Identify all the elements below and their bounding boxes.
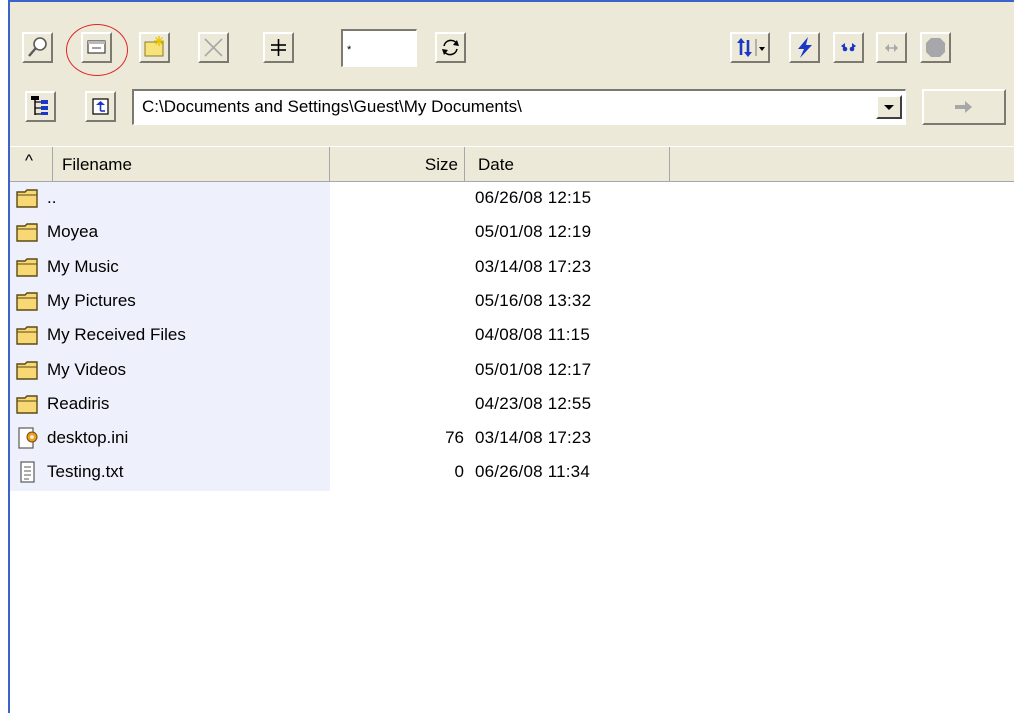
file-date: 06/26/08 12:15 — [475, 188, 592, 207]
file-row[interactable]: My Music 03/14/08 17:23 — [10, 251, 1014, 285]
file-name: My Videos — [47, 359, 127, 379]
toolbar: C:\Documents and Settings\Guest\My Docum… — [10, 2, 1014, 146]
compare-button[interactable] — [876, 32, 907, 63]
stop-octagon-icon — [926, 38, 945, 57]
go-button[interactable] — [922, 89, 1006, 125]
split-button[interactable] — [263, 32, 294, 63]
folder-icon — [16, 395, 38, 414]
window-view-icon — [87, 40, 106, 54]
delete-x-icon — [204, 38, 223, 57]
column-label-filename: Filename — [62, 155, 132, 174]
refresh-button[interactable] — [435, 32, 466, 63]
column-label-size: Size — [424, 155, 458, 174]
file-date: 05/01/08 12:17 — [475, 359, 592, 379]
connect-button[interactable] — [789, 32, 820, 63]
column-header-filename[interactable]: Filename — [53, 147, 330, 182]
file-row[interactable]: Moyea 05/01/08 12:19 — [10, 216, 1014, 250]
column-label-date: Date — [478, 155, 514, 174]
folder-tree-icon — [31, 96, 48, 115]
up-folder-button[interactable] — [85, 91, 116, 122]
file-date: 04/08/08 11:15 — [475, 325, 590, 345]
sync-dots-icon — [841, 43, 856, 52]
file-size: 76 — [445, 428, 464, 448]
column-header-size[interactable]: Size — [330, 147, 465, 182]
text-file-icon — [20, 461, 35, 483]
sort-button[interactable] — [730, 32, 770, 63]
file-row[interactable]: My Received Files 04/08/08 11:15 — [10, 319, 1014, 353]
path-dropdown-button[interactable] — [876, 95, 902, 119]
filter-input[interactable] — [341, 29, 417, 67]
file-row[interactable]: My Pictures 05/16/08 13:32 — [10, 285, 1014, 319]
tree-view-button[interactable] — [25, 91, 56, 122]
delete-button[interactable] — [198, 32, 229, 63]
lightning-icon — [798, 37, 812, 58]
path-text: C:\Documents and Settings\Guest\My Docum… — [142, 97, 522, 116]
folder-icon — [16, 189, 38, 208]
new-folder-sparkle-icon — [144, 36, 164, 57]
folder-icon — [16, 360, 38, 380]
file-name: Readiris — [47, 393, 110, 413]
view-button[interactable] — [81, 32, 112, 63]
file-name: Moyea — [47, 222, 99, 242]
arrow-right-icon — [955, 101, 972, 113]
split-bars-icon — [271, 39, 286, 56]
settings-file-icon — [18, 427, 38, 449]
column-header-empty — [670, 147, 1014, 182]
file-row[interactable]: Readiris 04/23/08 12:55 — [10, 388, 1014, 422]
folder-icon — [16, 292, 38, 311]
folder-icon — [16, 223, 38, 242]
column-header-date[interactable]: Date — [465, 147, 670, 182]
file-size: 0 — [454, 462, 464, 482]
file-date: 05/16/08 13:32 — [475, 290, 592, 310]
file-browser-window: C:\Documents and Settings\Guest\My Docum… — [8, 0, 1014, 715]
folder-icon — [16, 326, 38, 345]
sync-button[interactable] — [833, 32, 864, 63]
sort-arrows-icon — [737, 38, 765, 57]
file-date: 06/26/08 11:34 — [475, 462, 590, 482]
file-name: desktop.ini — [47, 428, 129, 448]
file-date: 04/23/08 12:55 — [475, 393, 592, 413]
path-combobox[interactable]: C:\Documents and Settings\Guest\My Docum… — [132, 89, 906, 125]
file-date: 03/14/08 17:23 — [475, 256, 592, 276]
file-list[interactable]: ^ Filename Size Date .. 06/26/08 12:15 Moy… — [10, 146, 1014, 715]
up-folder-icon — [92, 98, 109, 115]
sort-indicator: ^ — [25, 151, 33, 170]
magnifier-icon — [28, 37, 47, 57]
file-date: 05/01/08 12:19 — [475, 222, 592, 242]
stop-button[interactable] — [920, 32, 951, 63]
column-header-row: ^ Filename Size Date — [10, 146, 1014, 182]
file-name: My Pictures — [47, 290, 136, 310]
file-date: 03/14/08 17:23 — [475, 428, 592, 448]
file-name: My Received Files — [47, 325, 186, 345]
file-name: My Music — [47, 256, 119, 276]
folder-icon — [16, 257, 38, 277]
file-name: .. — [47, 188, 57, 207]
sort-indicator-header[interactable]: ^ — [10, 147, 53, 182]
compare-arrows-icon — [885, 44, 898, 52]
file-row[interactable]: My Videos 05/01/08 12:17 — [10, 354, 1014, 388]
file-row[interactable]: desktop.ini 76 03/14/08 17:23 — [10, 422, 1014, 456]
file-row[interactable]: .. 06/26/08 12:15 — [10, 182, 1014, 216]
file-row[interactable]: Testing.txt 0 06/26/08 11:34 — [10, 456, 1014, 490]
refresh-icon — [442, 39, 459, 56]
new-folder-button[interactable] — [139, 32, 170, 63]
find-button[interactable] — [22, 32, 53, 63]
file-name: Testing.txt — [47, 462, 124, 482]
